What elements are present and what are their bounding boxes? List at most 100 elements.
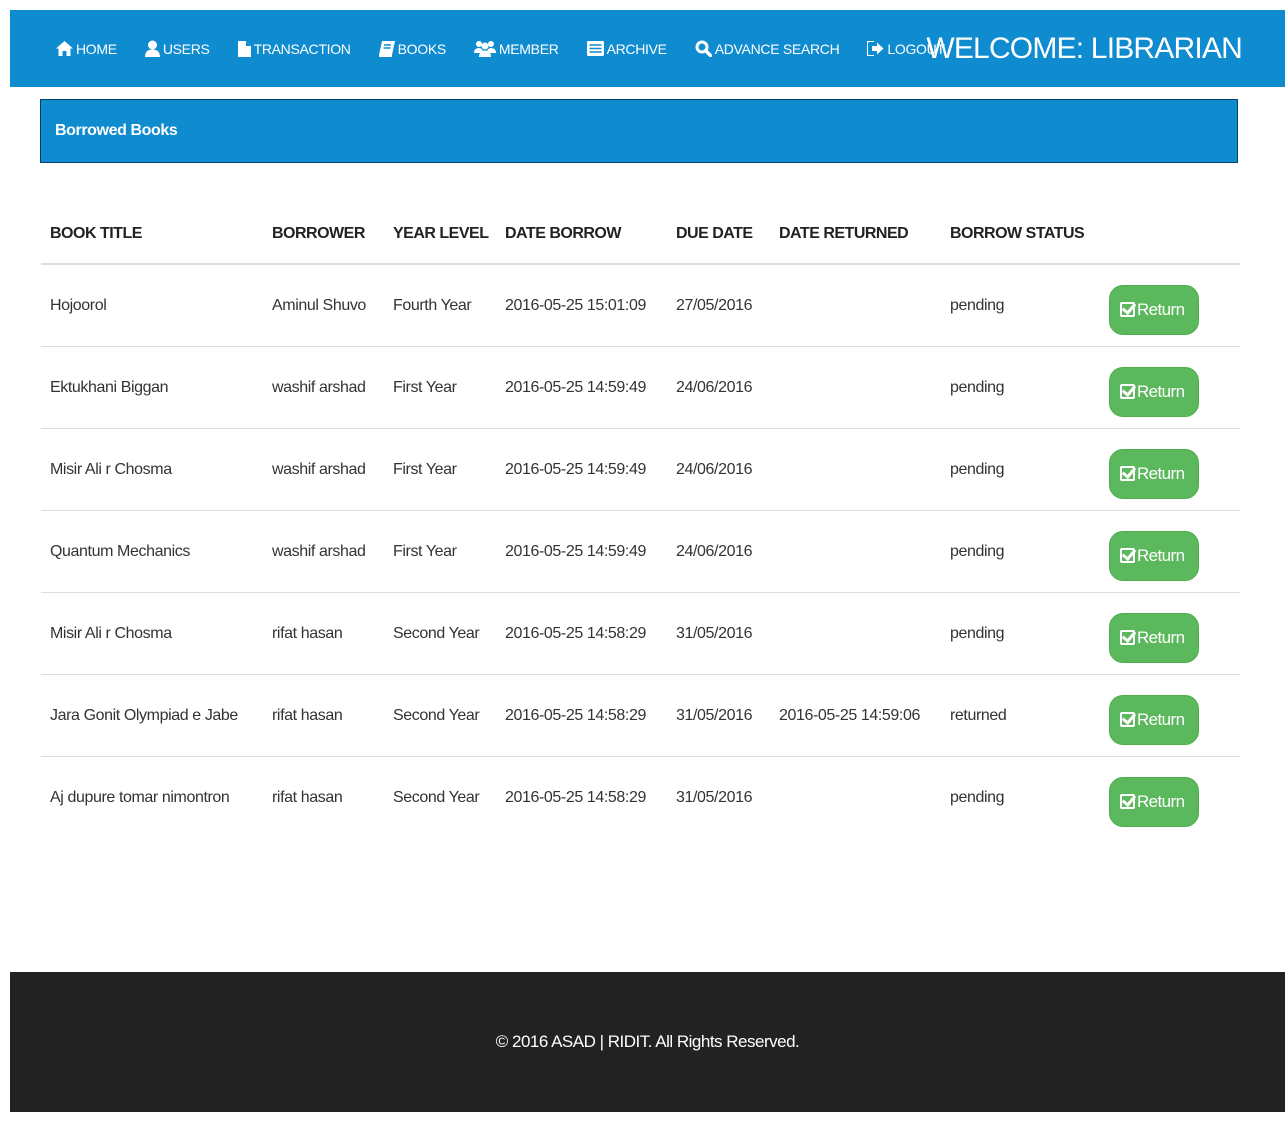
cell-due-date: 24/06/2016 bbox=[667, 346, 770, 429]
cell-year-level: Second Year bbox=[384, 592, 496, 675]
search-icon bbox=[695, 40, 712, 57]
cell-date-returned bbox=[770, 264, 941, 347]
table-row: Quantum Mechanics washif arshad First Ye… bbox=[41, 510, 1240, 593]
cell-year-level: First Year bbox=[384, 510, 496, 593]
cell-date-returned bbox=[770, 510, 941, 593]
copyright-text: © 2016 ASAD | RIDIT. All Rights Reserved… bbox=[495, 1032, 800, 1051]
cell-due-date: 24/06/2016 bbox=[667, 428, 770, 511]
return-button[interactable]: Return bbox=[1109, 530, 1200, 581]
nav-item-member[interactable]: MEMBER bbox=[473, 40, 559, 57]
return-button[interactable]: Return bbox=[1109, 612, 1200, 663]
cell-year-level: Second Year bbox=[393, 788, 480, 806]
cell-date-returned bbox=[770, 428, 941, 511]
cell-borrower: rifat hasan bbox=[272, 788, 343, 806]
cell-date-borrow: 2016-05-25 14:59:49 bbox=[496, 428, 667, 511]
cell-action: Return bbox=[1100, 674, 1240, 757]
nav-item-transaction[interactable]: TRANSACTION bbox=[237, 40, 351, 57]
header-book-title: BOOK TITLE bbox=[41, 205, 263, 265]
user-icon bbox=[144, 40, 160, 57]
header-borrow-status: BORROW STATUS bbox=[941, 205, 1100, 265]
nav-item-users[interactable]: USERS bbox=[144, 40, 210, 57]
table-row: Aj dupure tomar nimontron rifat hasan Se… bbox=[41, 757, 1240, 839]
nav-label: USERS bbox=[162, 40, 210, 57]
return-button[interactable]: Return bbox=[1109, 366, 1200, 417]
members-icon bbox=[473, 41, 496, 57]
cell-date-returned: 2016-05-25 14:59:06 bbox=[770, 674, 941, 757]
table-row: Ektukhani Biggan washif arshad First Yea… bbox=[41, 346, 1240, 429]
top-navbar: HOME USERS TRANSACTION BOOKS MEMBER ARCH… bbox=[10, 10, 1285, 87]
cell-due-date: 31/05/2016 bbox=[667, 674, 770, 757]
cell-borrower: washif arshad bbox=[263, 428, 384, 511]
nav-menu: HOME USERS TRANSACTION BOOKS MEMBER ARCH… bbox=[56, 10, 973, 87]
nav-item-archive[interactable]: ARCHIVE bbox=[586, 41, 667, 57]
cell-year-level: Fourth Year bbox=[384, 264, 496, 347]
panel-title: Borrowed Books bbox=[55, 122, 178, 139]
header-year-level: YEAR LEVEL bbox=[384, 205, 496, 265]
nav-item-books[interactable]: BOOKS bbox=[378, 40, 447, 57]
cell-borrow-status: pending bbox=[941, 346, 1100, 429]
cell-date-borrow: 2016-05-25 14:58:29 bbox=[496, 674, 667, 757]
cell-borrow-status: pending bbox=[950, 788, 1005, 806]
return-label: Return bbox=[1137, 463, 1185, 483]
panel-heading: Borrowed Books bbox=[40, 99, 1238, 163]
table-header-row: BOOK TITLE BORROWER YEAR LEVEL DATE BORR… bbox=[41, 205, 1240, 265]
cell-book-title: Jara Gonit Olympiad e Jabe bbox=[41, 674, 263, 757]
cell-borrower: washif arshad bbox=[263, 346, 384, 429]
table-row: Misir Ali r Chosma washif arshad First Y… bbox=[41, 428, 1240, 511]
cell-action: Return bbox=[1100, 428, 1240, 511]
checkbox-icon bbox=[1120, 466, 1135, 481]
list-icon bbox=[586, 41, 604, 56]
checkbox-icon bbox=[1120, 302, 1135, 317]
return-label: Return bbox=[1137, 381, 1185, 401]
checkbox-icon bbox=[1120, 712, 1135, 727]
nav-label: TRANSACTION bbox=[253, 40, 351, 57]
checkbox-icon bbox=[1120, 794, 1135, 809]
return-button[interactable]: Return bbox=[1109, 284, 1200, 335]
nav-item-advance-search[interactable]: ADVANCE SEARCH bbox=[695, 40, 840, 57]
cell-borrower: rifat hasan bbox=[263, 674, 384, 757]
checkbox-icon bbox=[1120, 384, 1135, 399]
checkbox-icon bbox=[1120, 548, 1135, 563]
borrowed-books-table: BOOK TITLE BORROWER YEAR LEVEL DATE BORR… bbox=[41, 205, 1240, 838]
nav-label: MEMBER bbox=[498, 40, 559, 57]
cell-borrow-status: pending bbox=[941, 428, 1100, 511]
cell-borrow-status: pending bbox=[941, 264, 1100, 347]
book-icon bbox=[378, 40, 395, 57]
cell-due-date: 27/05/2016 bbox=[667, 264, 770, 347]
table-row: Misir Ali r Chosma rifat hasan Second Ye… bbox=[41, 592, 1240, 675]
nav-label: BOOKS bbox=[397, 40, 447, 57]
cell-book-title: Misir Ali r Chosma bbox=[41, 592, 263, 675]
return-button[interactable]: Return bbox=[1109, 776, 1200, 827]
cell-borrow-status: pending bbox=[941, 592, 1100, 675]
cell-date-returned bbox=[770, 346, 941, 429]
cell-book-title: Hojoorol bbox=[41, 264, 263, 347]
nav-label: HOME bbox=[76, 40, 117, 57]
cell-due-date: 24/06/2016 bbox=[667, 510, 770, 593]
cell-borrower: washif arshad bbox=[263, 510, 384, 593]
cell-borrow-status: pending bbox=[941, 510, 1100, 593]
cell-date-borrow: 2016-05-25 14:59:49 bbox=[496, 346, 667, 429]
cell-action: Return bbox=[1100, 264, 1240, 347]
return-button[interactable]: Return bbox=[1109, 694, 1200, 745]
return-label: Return bbox=[1137, 791, 1185, 811]
cell-date-returned bbox=[770, 757, 941, 839]
logout-icon bbox=[867, 41, 884, 56]
cell-date-borrow: 2016-05-25 14:58:29 bbox=[496, 592, 667, 675]
cell-date-returned bbox=[770, 592, 941, 675]
return-label: Return bbox=[1137, 709, 1185, 729]
return-label: Return bbox=[1137, 627, 1185, 647]
cell-book-title: Aj dupure tomar nimontron bbox=[50, 788, 230, 806]
return-button[interactable]: Return bbox=[1109, 448, 1200, 499]
header-date-borrow: DATE BORROW bbox=[496, 205, 667, 265]
header-borrower: BORROWER bbox=[263, 205, 384, 265]
cell-borrower: rifat hasan bbox=[263, 592, 384, 675]
cell-year-level: First Year bbox=[384, 428, 496, 511]
cell-borrow-status: returned bbox=[941, 674, 1100, 757]
cell-due-date: 31/05/2016 bbox=[676, 788, 753, 806]
welcome-text: WELCOME: LIBRARIAN bbox=[926, 31, 1242, 65]
cell-book-title: Ektukhani Biggan bbox=[41, 346, 263, 429]
cell-borrower: Aminul Shuvo bbox=[263, 264, 384, 347]
nav-item-home[interactable]: HOME bbox=[56, 41, 117, 57]
cell-year-level: Second Year bbox=[384, 674, 496, 757]
cell-book-title: Misir Ali r Chosma bbox=[41, 428, 263, 511]
